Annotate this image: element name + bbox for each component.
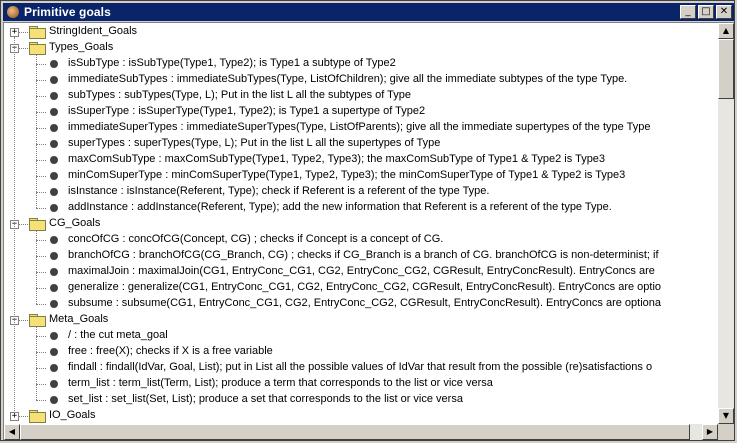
vertical-scrollbar[interactable]: ▲ ▼ — [718, 23, 734, 424]
scroll-up-button[interactable]: ▲ — [718, 23, 734, 39]
bullet-icon — [50, 124, 58, 132]
tree-item-subsume[interactable]: subsume : subsume(CG1, EntryConc_CG1, CG… — [4, 296, 718, 312]
maximize-button[interactable]: □ — [698, 5, 714, 19]
item-label: isSubType : isSubType(Type1, Type2); is … — [68, 57, 396, 69]
bullet-icon — [50, 60, 58, 68]
window-controls: _ □ ✕ — [680, 5, 732, 19]
vertical-scroll-thumb[interactable] — [718, 39, 734, 99]
minimize-button[interactable]: _ — [680, 5, 696, 19]
bullet-icon — [50, 396, 58, 404]
bullet-icon — [50, 252, 58, 260]
bullet-icon — [50, 300, 58, 308]
tree-panel: + StringIdent_Goals − Types_Goals isSubType … — [3, 22, 734, 440]
scroll-right-button[interactable]: ▶ — [702, 424, 718, 440]
app-icon[interactable] — [6, 5, 20, 19]
item-label: term_list : term_list(Term, List); produ… — [68, 377, 493, 389]
tree-item-isinstance[interactable]: isInstance : isInstance(Referent, Type);… — [4, 184, 718, 200]
folder-label: IO_Goals — [49, 409, 96, 421]
item-label: isSuperType : isSuperType(Type1, Type2);… — [68, 105, 426, 117]
tree-item-supertypes[interactable]: superTypes : superTypes(Type, L); Put in… — [4, 136, 718, 152]
item-label: minComSuperType : minComSuperType(Type1,… — [68, 169, 626, 181]
item-label: superTypes : superTypes(Type, L); Put in… — [68, 137, 441, 149]
horizontal-scroll-thumb[interactable] — [20, 424, 690, 440]
bullet-icon — [50, 268, 58, 276]
goals-tree: + StringIdent_Goals − Types_Goals isSubType … — [4, 23, 718, 423]
item-label: subTypes : subTypes(Type, L); Put in the… — [68, 89, 412, 101]
scroll-corner — [718, 424, 734, 440]
horizontal-scrollbar[interactable]: ◀ ▶ — [4, 424, 718, 440]
bullet-icon — [50, 156, 58, 164]
tree-folder-cg-goals[interactable]: − CG_Goals — [4, 216, 718, 232]
bullet-icon — [50, 92, 58, 100]
tree-item-subtypes[interactable]: subTypes : subTypes(Type, L); Put in the… — [4, 88, 718, 104]
tree-item-issubtype[interactable]: isSubType : isSubType(Type1, Type2); is … — [4, 56, 718, 72]
tree-item-issupertype[interactable]: isSuperType : isSuperType(Type1, Type2);… — [4, 104, 718, 120]
folder-icon — [29, 410, 46, 423]
tree-item-maximaljoin[interactable]: maximalJoin : maximalJoin(CG1, EntryConc… — [4, 264, 718, 280]
tree-item-generalize[interactable]: generalize : generalize(CG1, EntryConc_C… — [4, 280, 718, 296]
tree-item-immediatesubtypes[interactable]: immediateSubTypes : immediateSubTypes(Ty… — [4, 72, 718, 88]
expander-icon[interactable]: + — [10, 28, 19, 37]
tree-item-term_list[interactable]: term_list : term_list(Term, List); produ… — [4, 376, 718, 392]
bullet-icon — [50, 108, 58, 116]
tree-folder-io-goals[interactable]: + IO_Goals — [4, 408, 718, 423]
bullet-icon — [50, 172, 58, 180]
window: Primitive goals _ □ ✕ + StringIdent_Goals… — [0, 0, 735, 441]
folder-icon — [29, 26, 46, 39]
bullet-icon — [50, 364, 58, 372]
tree-folder-meta-goals[interactable]: − Meta_Goals — [4, 312, 718, 328]
bullet-icon — [50, 188, 58, 196]
item-label: / : the cut meta_goal — [68, 329, 168, 341]
bullet-icon — [50, 332, 58, 340]
scroll-left-button[interactable]: ◀ — [4, 424, 20, 440]
item-label: immediateSubTypes : immediateSubTypes(Ty… — [68, 73, 628, 85]
item-label: concOfCG : concOfCG(Concept, CG) ; check… — [68, 233, 444, 245]
bullet-icon — [50, 236, 58, 244]
bullet-icon — [50, 204, 58, 212]
folder-icon — [29, 314, 46, 327]
folder-label: Meta_Goals — [49, 313, 109, 325]
item-label: findall : findall(IdVar, Goal, List); pu… — [68, 361, 653, 373]
item-label: isInstance : isInstance(Referent, Type);… — [68, 185, 490, 197]
tree-item-free[interactable]: free : free(X); checks if X is a free va… — [4, 344, 718, 360]
item-label: maximalJoin : maximalJoin(CG1, EntryConc… — [68, 265, 655, 277]
tree-item-immediatesupertypes[interactable]: immediateSuperTypes : immediateSuperType… — [4, 120, 718, 136]
close-button[interactable]: ✕ — [716, 5, 732, 19]
item-label: branchOfCG : branchOfCG(CG_Branch, CG) ;… — [68, 249, 659, 261]
item-label: subsume : subsume(CG1, EntryConc_CG1, CG… — [68, 297, 662, 309]
tree-item-addinstance[interactable]: addInstance : addInstance(Referent, Type… — [4, 200, 718, 216]
window-title: Primitive goals — [24, 5, 111, 19]
folder-label: Types_Goals — [49, 41, 114, 53]
expander-icon[interactable]: + — [10, 412, 19, 421]
title-bar[interactable]: Primitive goals _ □ ✕ — [3, 3, 734, 21]
bullet-icon — [50, 380, 58, 388]
bullet-icon — [50, 76, 58, 84]
folder-label: StringIdent_Goals — [49, 25, 138, 37]
item-label: maxComSubType : maxComSubType(Type1, Typ… — [68, 153, 606, 165]
tree-folder-types-goals[interactable]: − Types_Goals — [4, 40, 718, 56]
tree-item-set_list[interactable]: set_list : set_list(Set, List); produce … — [4, 392, 718, 408]
item-label: addInstance : addInstance(Referent, Type… — [68, 201, 612, 213]
scroll-down-button[interactable]: ▼ — [718, 408, 734, 424]
bullet-icon — [50, 348, 58, 356]
tree-item-maxcomsubtype[interactable]: maxComSubType : maxComSubType(Type1, Typ… — [4, 152, 718, 168]
tree-folder-stringident-goals[interactable]: + StringIdent_Goals — [4, 24, 718, 40]
tree-item-concofcg[interactable]: concOfCG : concOfCG(Concept, CG) ; check… — [4, 232, 718, 248]
tree-item-branchofcg[interactable]: branchOfCG : branchOfCG(CG_Branch, CG) ;… — [4, 248, 718, 264]
folder-icon — [29, 42, 46, 55]
item-label: set_list : set_list(Set, List); produce … — [68, 393, 463, 405]
bullet-icon — [50, 284, 58, 292]
folder-icon — [29, 218, 46, 231]
bullet-icon — [50, 140, 58, 148]
tree-item-findall[interactable]: findall : findall(IdVar, Goal, List); pu… — [4, 360, 718, 376]
item-label: generalize : generalize(CG1, EntryConc_C… — [68, 281, 662, 293]
tree-item-cut[interactable]: / : the cut meta_goal — [4, 328, 718, 344]
tree-item-mincomsupertype[interactable]: minComSuperType : minComSuperType(Type1,… — [4, 168, 718, 184]
item-label: free : free(X); checks if X is a free va… — [68, 345, 273, 357]
folder-label: CG_Goals — [49, 217, 101, 229]
item-label: immediateSuperTypes : immediateSuperType… — [68, 121, 651, 133]
